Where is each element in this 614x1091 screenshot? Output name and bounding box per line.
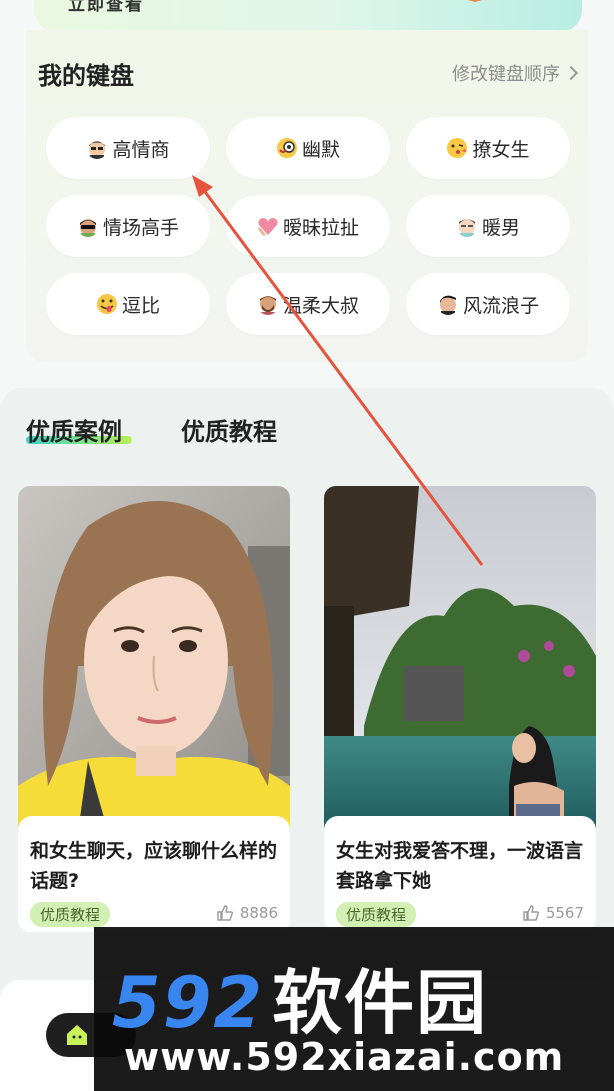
- keyboard-grid: 高情商 幽默 撩女生 情场高手 暧昧拉扯 暖男 逗比 温柔大叔 风流浪子: [46, 117, 570, 335]
- keyboard-button-humor[interactable]: 幽默: [226, 117, 390, 179]
- tab-quality-tutorials[interactable]: 优质教程: [181, 412, 277, 447]
- watermark-logo: 592 软件园: [112, 947, 488, 1048]
- watermark-overlay: 592 软件园 www.592xiazai.com: [94, 927, 614, 1091]
- keyboard-button-label: 温柔大叔: [282, 294, 359, 317]
- banner-text: 立即查看: [68, 0, 144, 15]
- card-title: 和女生聊天，应该聊什么样的话题?: [30, 840, 278, 892]
- keyboard-button-high-eq[interactable]: 高情商: [46, 117, 210, 179]
- like-count-value: 8886: [239, 904, 278, 922]
- gentle-man-icon: [458, 219, 475, 237]
- keyboard-button-flirt[interactable]: 撩女生: [406, 117, 570, 179]
- keyboard-button-label: 风流浪子: [462, 294, 539, 317]
- keyboard-button-love-master[interactable]: 情场高手: [46, 195, 210, 257]
- keyboard-button-label: 逗比: [121, 294, 160, 317]
- watermark-brand: 软件园: [272, 962, 489, 1044]
- keyboard-button-push-pull[interactable]: 暧昧拉扯: [226, 195, 390, 257]
- reorder-keyboard-link[interactable]: 修改键盘顺序: [452, 60, 579, 86]
- home-icon: [67, 1025, 87, 1045]
- heart-hands-icon: [257, 218, 278, 237]
- watermark-digits: 592: [112, 962, 265, 1044]
- keyboard-button-label: 高情商: [112, 138, 170, 161]
- card-body: 和女生聊天，应该聊什么样的话题? 优质教程 8886: [18, 816, 290, 932]
- bearded-man-icon: [259, 296, 276, 315]
- tab-quality-cases[interactable]: 优质案例: [26, 412, 122, 447]
- card-body: 女生对我爱答不理，一波语言套路拿下她 优质教程 5567: [324, 816, 596, 932]
- thumbs-up-icon: [217, 905, 233, 921]
- silly-face-icon: [96, 294, 117, 314]
- sunglasses-man-icon: [79, 219, 96, 237]
- keyboard-button-warm-guy[interactable]: 暖男: [406, 195, 570, 257]
- thumbs-up-icon: [523, 905, 539, 921]
- like-count[interactable]: 8886: [216, 904, 278, 922]
- stylish-man-icon: [439, 295, 456, 315]
- card-title: 女生对我爱答不理，一波语言套路拿下她: [336, 840, 584, 892]
- top-banner[interactable]: 立即查看: [34, 0, 582, 32]
- kissing-face-icon: [447, 138, 468, 158]
- keyboard-button-gentle-uncle[interactable]: 温柔大叔: [226, 273, 390, 335]
- like-count-value: 5567: [545, 904, 584, 922]
- category-badge: 优质教程: [336, 902, 417, 927]
- laughing-face-icon: [276, 138, 297, 158]
- open-book-icon: [467, 0, 483, 2]
- reorder-link-label: 修改键盘顺序: [452, 64, 560, 85]
- keyboard-button-label: 撩女生: [472, 138, 530, 161]
- pool-photo: [324, 486, 596, 832]
- keyboard-button-playboy[interactable]: 风流浪子: [406, 273, 570, 335]
- man-glasses-icon: [89, 141, 106, 159]
- girl-portrait-photo: [18, 486, 290, 832]
- keyboard-button-silly[interactable]: 逗比: [46, 273, 210, 335]
- keyboard-button-label: 情场高手: [102, 216, 179, 239]
- case-card[interactable]: 女生对我爱答不理，一波语言套路拿下她 优质教程 5567: [324, 486, 596, 932]
- category-badge: 优质教程: [30, 902, 111, 927]
- case-card[interactable]: 和女生聊天，应该聊什么样的话题? 优质教程 8886: [18, 486, 290, 932]
- like-count[interactable]: 5567: [522, 904, 584, 922]
- keyboard-button-label: 暖男: [481, 216, 520, 239]
- chevron-right-icon: [563, 65, 579, 81]
- keyboard-button-label: 幽默: [301, 138, 340, 161]
- keyboard-title: 我的键盘: [38, 62, 134, 90]
- keyboard-button-label: 暧昧拉扯: [282, 216, 359, 239]
- app-screen: 立即查看 我的键盘 修改键盘顺序 高情商 幽默 撩女生 情场高手 暧昧拉扯 暖男…: [0, 0, 614, 1091]
- watermark-url: www.592xiazai.com: [124, 1035, 565, 1079]
